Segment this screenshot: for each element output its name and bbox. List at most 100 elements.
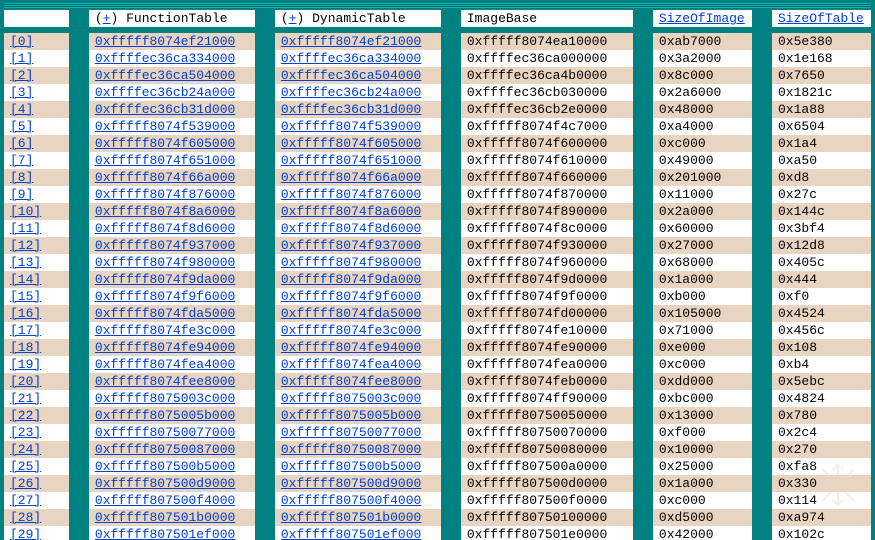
row-function-table[interactable]: 0xfffff8074f9f6000 [89, 288, 255, 305]
row-dynamic-table[interactable]: 0xfffff8074fe94000 [275, 339, 441, 356]
row-function-table[interactable]: 0xfffff8074f66a000 [89, 169, 255, 186]
col-image-base-header[interactable]: ImageBase [461, 10, 633, 27]
row-function-table[interactable]: 0xfffff8074fee8000 [89, 373, 255, 390]
row-dynamic-table[interactable]: 0xfffff80750087000 [275, 441, 441, 458]
row-function-table[interactable]: 0xffffec36cb31d000 [89, 101, 255, 118]
row-index[interactable]: [0] [4, 33, 69, 50]
row-dynamic-table[interactable]: 0xfffff8074f980000 [275, 254, 441, 271]
row-index[interactable]: [16] [4, 305, 69, 322]
row-index[interactable]: [13] [4, 254, 69, 271]
row-index[interactable]: [24] [4, 441, 69, 458]
row-function-table[interactable]: 0xffffec36ca504000 [89, 67, 255, 84]
row-image-base: 0xffffec36ca4b0000 [461, 67, 633, 84]
row-image-base: 0xfffff807500a0000 [461, 458, 633, 475]
row-image-base: 0xfffff8074f9d0000 [461, 271, 633, 288]
row-dynamic-table[interactable]: 0xfffff8074fea4000 [275, 356, 441, 373]
row-index[interactable]: [5] [4, 118, 69, 135]
row-index[interactable]: [27] [4, 492, 69, 509]
row-function-table[interactable]: 0xfffff8074f980000 [89, 254, 255, 271]
row-dynamic-table[interactable]: 0xfffff8074f9f6000 [275, 288, 441, 305]
row-index[interactable]: [10] [4, 203, 69, 220]
row-dynamic-table[interactable]: 0xfffff8075003c000 [275, 390, 441, 407]
row-dynamic-table[interactable]: 0xfffff8074f876000 [275, 186, 441, 203]
row-dynamic-table[interactable]: 0xfffff8074f9da000 [275, 271, 441, 288]
row-index[interactable]: [21] [4, 390, 69, 407]
row-dynamic-table[interactable]: 0xffffec36ca334000 [275, 50, 441, 67]
row-dynamic-table[interactable]: 0xfffff8074f605000 [275, 135, 441, 152]
row-function-table[interactable]: 0xfffff8074fda5000 [89, 305, 255, 322]
row-function-table[interactable]: 0xfffff807500d9000 [89, 475, 255, 492]
expand-dynamic-table-icon[interactable]: + [289, 11, 297, 26]
col-dynamic-table-header[interactable]: (+) DynamicTable [275, 10, 441, 27]
row-function-table[interactable]: 0xffffec36cb24a000 [89, 84, 255, 101]
col-size-of-image-header[interactable]: SizeOfImage [653, 10, 752, 27]
row-function-table[interactable]: 0xfffff8074fe3c000 [89, 322, 255, 339]
row-dynamic-table[interactable]: 0xfffff807501ef000 [275, 526, 441, 540]
row-dynamic-table[interactable]: 0xfffff8074f651000 [275, 152, 441, 169]
row-function-table[interactable]: 0xfffff8074f651000 [89, 152, 255, 169]
row-dynamic-table[interactable]: 0xfffff807501b0000 [275, 509, 441, 526]
row-function-table[interactable]: 0xfffff8074f9da000 [89, 271, 255, 288]
row-index[interactable]: [9] [4, 186, 69, 203]
row-dynamic-table[interactable]: 0xfffff8074fee8000 [275, 373, 441, 390]
row-index[interactable]: [17] [4, 322, 69, 339]
row-dynamic-table[interactable]: 0xfffff8074fda5000 [275, 305, 441, 322]
row-dynamic-table[interactable]: 0xfffff807500f4000 [275, 492, 441, 509]
row-function-table[interactable]: 0xfffff8074f937000 [89, 237, 255, 254]
row-function-table[interactable]: 0xfffff8074f8d6000 [89, 220, 255, 237]
row-dynamic-table[interactable]: 0xfffff807500b5000 [275, 458, 441, 475]
row-function-table[interactable]: 0xfffff80750087000 [89, 441, 255, 458]
row-index[interactable]: [18] [4, 339, 69, 356]
row-index[interactable]: [12] [4, 237, 69, 254]
row-index[interactable]: [15] [4, 288, 69, 305]
row-index[interactable]: [4] [4, 101, 69, 118]
row-index[interactable]: [14] [4, 271, 69, 288]
row-function-table[interactable]: 0xfffff8074ef21000 [89, 33, 255, 50]
row-dynamic-table[interactable]: 0xfffff8074f539000 [275, 118, 441, 135]
row-function-table[interactable]: 0xfffff8074fe94000 [89, 339, 255, 356]
row-function-table[interactable]: 0xfffff8074fea4000 [89, 356, 255, 373]
row-dynamic-table[interactable]: 0xfffff8074ef21000 [275, 33, 441, 50]
row-index[interactable]: [26] [4, 475, 69, 492]
row-index[interactable]: [3] [4, 84, 69, 101]
row-index[interactable]: [20] [4, 373, 69, 390]
expand-function-table-icon[interactable]: + [103, 11, 111, 26]
row-dynamic-table[interactable]: 0xfffff8075005b000 [275, 407, 441, 424]
row-function-table[interactable]: 0xfffff807501b0000 [89, 509, 255, 526]
row-dynamic-table[interactable]: 0xffffec36cb31d000 [275, 101, 441, 118]
row-dynamic-table[interactable]: 0xfffff807500d9000 [275, 475, 441, 492]
row-index[interactable]: [8] [4, 169, 69, 186]
row-function-table[interactable]: 0xfffff8074f605000 [89, 135, 255, 152]
row-dynamic-table[interactable]: 0xffffec36ca504000 [275, 67, 441, 84]
row-dynamic-table[interactable]: 0xfffff8074fe3c000 [275, 322, 441, 339]
row-function-table[interactable]: 0xfffff8075003c000 [89, 390, 255, 407]
row-index[interactable]: [23] [4, 424, 69, 441]
col-size-of-table-header[interactable]: SizeOfTable [772, 10, 871, 27]
row-function-table[interactable]: 0xffffec36ca334000 [89, 50, 255, 67]
row-dynamic-table[interactable]: 0xfffff8074f66a000 [275, 169, 441, 186]
row-dynamic-table[interactable]: 0xfffff8074f8a6000 [275, 203, 441, 220]
row-dynamic-table[interactable]: 0xfffff8074f8d6000 [275, 220, 441, 237]
row-index[interactable]: [11] [4, 220, 69, 237]
row-dynamic-table[interactable]: 0xfffff80750077000 [275, 424, 441, 441]
row-function-table[interactable]: 0xfffff807500b5000 [89, 458, 255, 475]
row-function-table[interactable]: 0xfffff80750077000 [89, 424, 255, 441]
row-index[interactable]: [19] [4, 356, 69, 373]
row-function-table[interactable]: 0xfffff8074f539000 [89, 118, 255, 135]
row-function-table[interactable]: 0xfffff807501ef000 [89, 526, 255, 540]
row-function-table[interactable]: 0xfffff807500f4000 [89, 492, 255, 509]
row-index[interactable]: [7] [4, 152, 69, 169]
row-index[interactable]: [6] [4, 135, 69, 152]
row-function-table[interactable]: 0xfffff8074f8a6000 [89, 203, 255, 220]
row-index[interactable]: [2] [4, 67, 69, 84]
row-index[interactable]: [1] [4, 50, 69, 67]
row-index[interactable]: [25] [4, 458, 69, 475]
row-index[interactable]: [22] [4, 407, 69, 424]
row-function-table[interactable]: 0xfffff8075005b000 [89, 407, 255, 424]
row-dynamic-table[interactable]: 0xffffec36cb24a000 [275, 84, 441, 101]
row-function-table[interactable]: 0xfffff8074f876000 [89, 186, 255, 203]
row-index[interactable]: [29] [4, 526, 69, 540]
row-index[interactable]: [28] [4, 509, 69, 526]
row-dynamic-table[interactable]: 0xfffff8074f937000 [275, 237, 441, 254]
col-function-table-header[interactable]: (+) FunctionTable [89, 10, 255, 27]
